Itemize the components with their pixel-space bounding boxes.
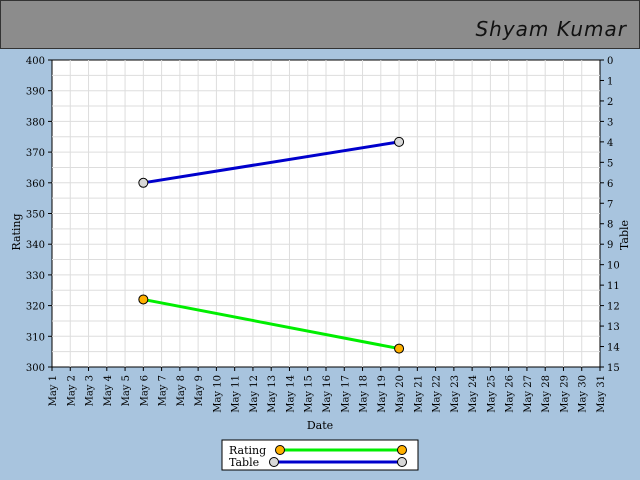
right-axis: 0123456789101112131415	[600, 56, 620, 374]
x-tick-label: May 2	[66, 375, 77, 406]
legend-marker-rating	[397, 445, 407, 455]
x-tick-label: May 23	[450, 375, 461, 413]
right-tick-label: 5	[607, 158, 613, 169]
grid	[52, 60, 600, 367]
legend-marker-rating	[275, 445, 285, 455]
data-point-rating	[138, 294, 149, 305]
left-tick-label: 400	[26, 56, 45, 67]
right-tick-label: 6	[607, 179, 613, 190]
left-tick-label: 320	[26, 302, 45, 313]
left-tick-label: 370	[26, 148, 45, 159]
left-tick-label: 330	[26, 271, 45, 282]
right-tick-label: 13	[607, 322, 620, 333]
x-tick-label: May 19	[377, 375, 388, 413]
left-tick-label: 350	[26, 210, 45, 221]
x-tick-label: May 5	[121, 375, 132, 406]
x-tick-label: May 29	[559, 375, 570, 413]
legend: RatingTable	[221, 439, 419, 471]
left-tick-label: 360	[26, 179, 45, 190]
x-tick-label: May 3	[85, 375, 96, 406]
right-tick-label: 4	[607, 138, 613, 149]
right-tick-label: 11	[607, 281, 620, 292]
left-tick-label: 310	[26, 332, 45, 343]
x-tick-label: May 1	[48, 375, 59, 406]
x-tick-label: May 4	[103, 375, 114, 406]
x-tick-label: May 7	[158, 375, 169, 406]
left-tick-label: 390	[26, 87, 45, 98]
right-tick-label: 9	[607, 240, 613, 251]
right-tick-label: 3	[607, 117, 613, 128]
chart: 300310320330340350360370380390400 012345…	[10, 56, 631, 471]
x-tick-label: May 30	[578, 375, 589, 413]
x-axis: May 1 May 2 May 3 May 4 May 5 May 6 May 7 May 8…	[48, 367, 607, 413]
x-tick-label: May 18	[359, 375, 370, 413]
left-tick-label: 340	[26, 240, 45, 251]
x-tick-label: May 6	[139, 375, 150, 406]
right-tick-label: 2	[607, 97, 613, 108]
data-point-rating	[394, 343, 405, 354]
right-tick-label: 15	[607, 363, 620, 374]
left-tick-label: 300	[26, 363, 45, 374]
y2-axis-label: Table	[618, 220, 631, 250]
left-tick-label: 380	[26, 117, 45, 128]
x-tick-label: May 28	[541, 375, 552, 413]
right-tick-label: 14	[607, 343, 620, 354]
data-point-table	[394, 136, 405, 147]
x-tick-label: May 25	[486, 375, 497, 413]
x-tick-label: May 8	[176, 375, 187, 406]
x-tick-label: May 20	[395, 375, 406, 413]
x-tick-label: May 13	[267, 375, 278, 413]
x-axis-label: Date	[307, 419, 333, 432]
x-tick-label: May 10	[212, 375, 223, 413]
x-tick-label: May 21	[413, 375, 424, 413]
x-tick-label: May 26	[505, 375, 516, 413]
x-tick-label: May 27	[523, 375, 534, 413]
x-tick-label: May 17	[340, 375, 351, 413]
x-tick-label: May 12	[249, 375, 260, 413]
legend-marker-table	[397, 457, 407, 467]
x-tick-label: May 24	[468, 375, 479, 413]
y-axis-label: Rating	[10, 213, 23, 250]
x-tick-label: May 16	[322, 375, 333, 413]
right-tick-label: 12	[607, 302, 620, 313]
right-tick-label: 1	[607, 76, 613, 87]
right-tick-label: 7	[607, 199, 613, 210]
legend-label-table: Table	[229, 456, 259, 469]
x-tick-label: May 9	[194, 375, 205, 406]
right-tick-label: 10	[607, 261, 620, 272]
right-tick-label: 8	[607, 220, 613, 231]
x-tick-label: May 15	[304, 375, 315, 413]
data-point-table	[138, 177, 149, 188]
x-tick-label: May 22	[432, 375, 443, 413]
x-tick-label: May 11	[231, 375, 242, 413]
left-axis: 300 310 320 330 340 350 360 370 380 390 400	[26, 56, 52, 374]
x-tick-label: May 31	[596, 375, 607, 413]
x-tick-label: May 14	[285, 375, 296, 413]
right-tick-label: 0	[607, 56, 613, 67]
legend-marker-table	[269, 457, 279, 467]
